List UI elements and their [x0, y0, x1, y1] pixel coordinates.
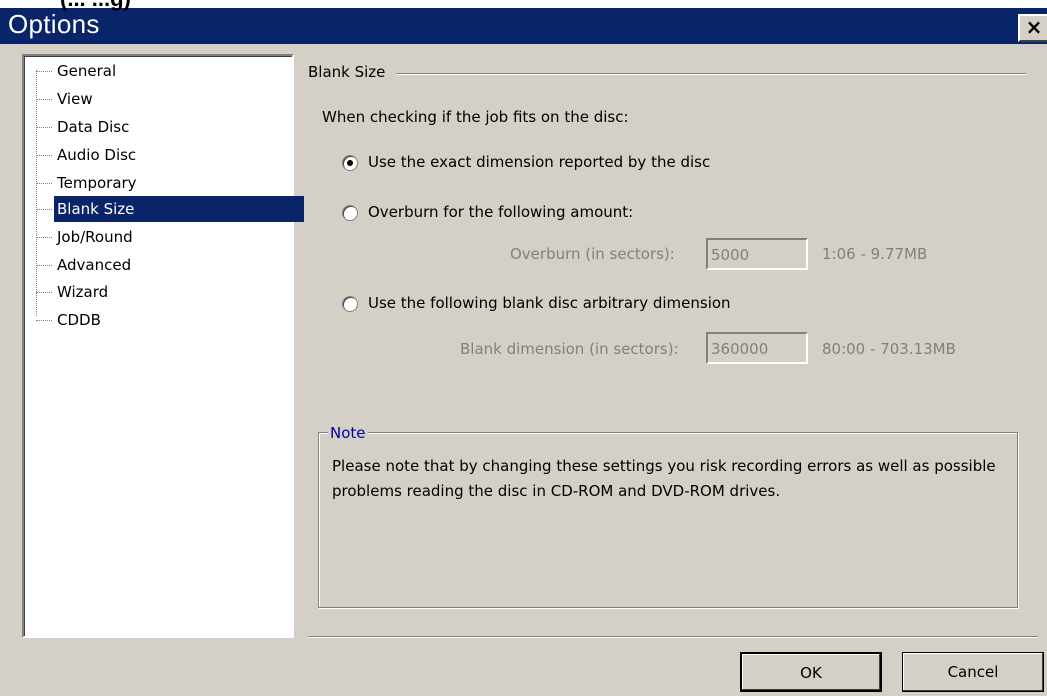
- window-title: Options: [8, 9, 100, 39]
- prompt-text: When checking if the job fits on the dis…: [322, 108, 629, 126]
- bottom-separator: [308, 636, 1038, 638]
- tree-connector: [36, 320, 52, 321]
- tree-item-label: Data Disc: [57, 118, 130, 136]
- tree-item-label: Temporary: [57, 174, 137, 192]
- overburn-field-label: Overburn (in sectors):: [510, 245, 675, 263]
- tree-connector: [36, 183, 52, 184]
- close-icon: ×: [1025, 15, 1043, 39]
- tree-item-label: Audio Disc: [57, 146, 137, 164]
- tree-connector: [36, 99, 52, 100]
- ok-button[interactable]: OK: [740, 652, 882, 692]
- tree-item-label: Advanced: [57, 256, 132, 274]
- tree-item-label: Blank Size: [54, 196, 304, 222]
- group-title: Blank Size: [308, 63, 390, 81]
- overburn-sectors-value: 5000: [711, 246, 750, 264]
- blank-dimension-size-info: 80:00 - 703.13MB: [822, 340, 956, 358]
- tree-connector: [36, 265, 52, 266]
- tree-item-label: Job/Round: [57, 228, 133, 246]
- tree-connector: [36, 237, 52, 238]
- tree-connector: [36, 127, 52, 128]
- tree-item-label: Wizard: [57, 283, 109, 301]
- note-text: Please note that by changing these setti…: [332, 457, 996, 500]
- blank-dimension-input[interactable]: 360000: [706, 332, 808, 364]
- tree-connector: [36, 71, 52, 72]
- radio-overburn-label[interactable]: Overburn for the following amount:: [368, 203, 633, 221]
- tree-item-label: General: [57, 62, 117, 80]
- overburn-sectors-input[interactable]: 5000: [706, 238, 808, 270]
- blank-dimension-value: 360000: [711, 340, 769, 358]
- options-tree[interactable]: General View Data Disc Audio Disc Tempor…: [22, 54, 304, 638]
- tree-item-label: CDDB: [57, 311, 101, 329]
- title-bar-top-strip: (... ...g): [0, 0, 1047, 11]
- note-title: Note: [328, 424, 368, 442]
- radio-exact-dimension[interactable]: [342, 155, 358, 171]
- radio-arbitrary-dimension[interactable]: [342, 296, 358, 312]
- group-separator: [396, 73, 1026, 75]
- close-button[interactable]: ×: [1018, 14, 1047, 42]
- tree-connector: [36, 209, 52, 210]
- radio-exact-dimension-label[interactable]: Use the exact dimension reported by the …: [368, 153, 710, 171]
- tree-connector: [36, 292, 52, 293]
- tree-vertical-line: [36, 70, 37, 316]
- radio-arbitrary-dimension-label[interactable]: Use the following blank disc arbitrary d…: [368, 294, 731, 312]
- radio-overburn[interactable]: [342, 205, 358, 221]
- tree-connector: [36, 155, 52, 156]
- overburn-size-info: 1:06 - 9.77MB: [822, 245, 928, 263]
- cancel-button[interactable]: Cancel: [902, 652, 1044, 692]
- title-bar: (... ...g) Options: [0, 0, 1047, 44]
- tree-item-label: View: [57, 90, 93, 108]
- blank-dimension-field-label: Blank dimension (in sectors):: [460, 340, 679, 358]
